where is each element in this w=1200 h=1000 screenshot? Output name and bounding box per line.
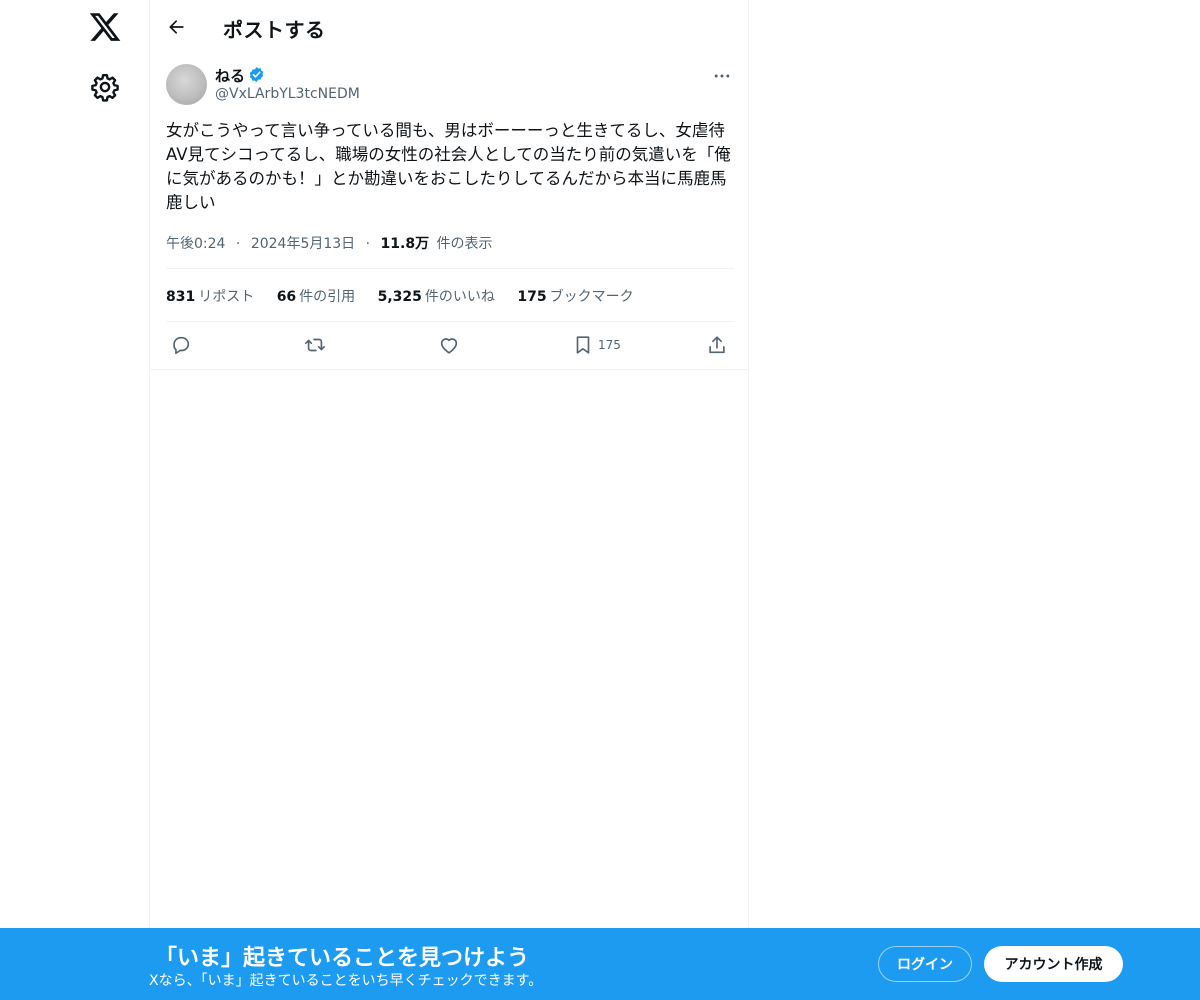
bookmarks-label: ブックマーク	[549, 289, 634, 305]
arrow-left-icon	[169, 20, 184, 34]
reposts-count: 831	[166, 289, 196, 305]
post-time[interactable]: 午後0:24	[166, 236, 225, 252]
reply-button[interactable]	[170, 332, 192, 358]
likes-stat[interactable]: 5,325 件のいいね	[378, 286, 495, 306]
avatar[interactable]	[166, 64, 207, 105]
page-title: ポストする	[223, 18, 326, 42]
left-nav	[0, 0, 149, 1000]
bookmarks-count: 175	[517, 289, 547, 305]
post-text: 女がこうやって言い争っている間も、男はボーーーっと生きてるし、女虐待AV見てシコ…	[166, 121, 731, 212]
reposts-label: リポスト	[198, 289, 255, 305]
more-button[interactable]	[710, 64, 734, 88]
author-display-name[interactable]: ねる	[215, 65, 245, 86]
meta-separator: ·	[235, 236, 241, 252]
bookmark-icon	[576, 336, 590, 354]
post-date[interactable]: 2024年5月13日	[251, 236, 355, 252]
post-author: ねる @VxLArbYL3tcNEDM	[166, 64, 734, 108]
x-logo-icon[interactable]	[88, 10, 122, 44]
repost-button[interactable]	[304, 332, 326, 358]
page-header: ポストする	[150, 0, 748, 53]
post-actions: 175	[166, 332, 734, 360]
bookmark-button[interactable]: 175	[572, 332, 621, 358]
author-handle[interactable]: @VxLArbYL3tcNEDM	[215, 86, 360, 102]
divider	[166, 321, 734, 322]
heart-icon	[440, 338, 458, 354]
views-label: 件の表示	[436, 236, 493, 252]
repost-icon	[305, 338, 325, 352]
back-button[interactable]	[162, 12, 192, 42]
post-meta: 午後0:24 · 2024年5月13日 · 11.8万 件の表示	[166, 233, 493, 253]
login-button[interactable]: ログイン	[878, 946, 972, 982]
divider	[150, 369, 748, 370]
share-icon	[709, 336, 725, 354]
quotes-count: 66	[276, 289, 297, 305]
share-button[interactable]	[706, 332, 728, 358]
likes-count: 5,325	[377, 289, 422, 305]
more-dots-icon	[714, 74, 730, 78]
bookmark-count: 175	[598, 338, 621, 352]
banner-title: 「いま」起きていることを見つけよう	[155, 946, 530, 971]
reply-icon	[173, 336, 190, 355]
gear-icon[interactable]	[90, 72, 120, 102]
like-button[interactable]	[438, 332, 460, 358]
signup-banner: 「いま」起きていることを見つけよう Xなら、「いま」起きていることをいち早くチェ…	[0, 928, 1200, 1000]
quotes-label: 件の引用	[299, 289, 356, 305]
divider	[166, 268, 734, 269]
reposts-stat[interactable]: 831 リポスト	[166, 286, 254, 306]
quotes-stat[interactable]: 66 件の引用	[277, 286, 355, 306]
meta-separator: ·	[365, 236, 371, 252]
verified-badge-icon	[248, 66, 265, 83]
main-column: ポストする ねる @VxLArbYL3tcNEDM 女がこうやって言い争っている…	[149, 0, 749, 1000]
likes-label: 件のいいね	[424, 289, 495, 305]
page: ポストする ねる @VxLArbYL3tcNEDM 女がこうやって言い争っている…	[0, 0, 1200, 1000]
post-stats: 831 リポスト 66 件の引用 5,325 件のいいね 175 ブックマーク	[166, 286, 652, 306]
bookmarks-stat[interactable]: 175 ブックマーク	[517, 286, 633, 306]
signup-button[interactable]: アカウント作成	[984, 946, 1123, 982]
banner-subtitle: Xなら、「いま」起きていることをいち早くチェックできます。	[149, 973, 543, 989]
views-count: 11.8万	[380, 236, 430, 252]
